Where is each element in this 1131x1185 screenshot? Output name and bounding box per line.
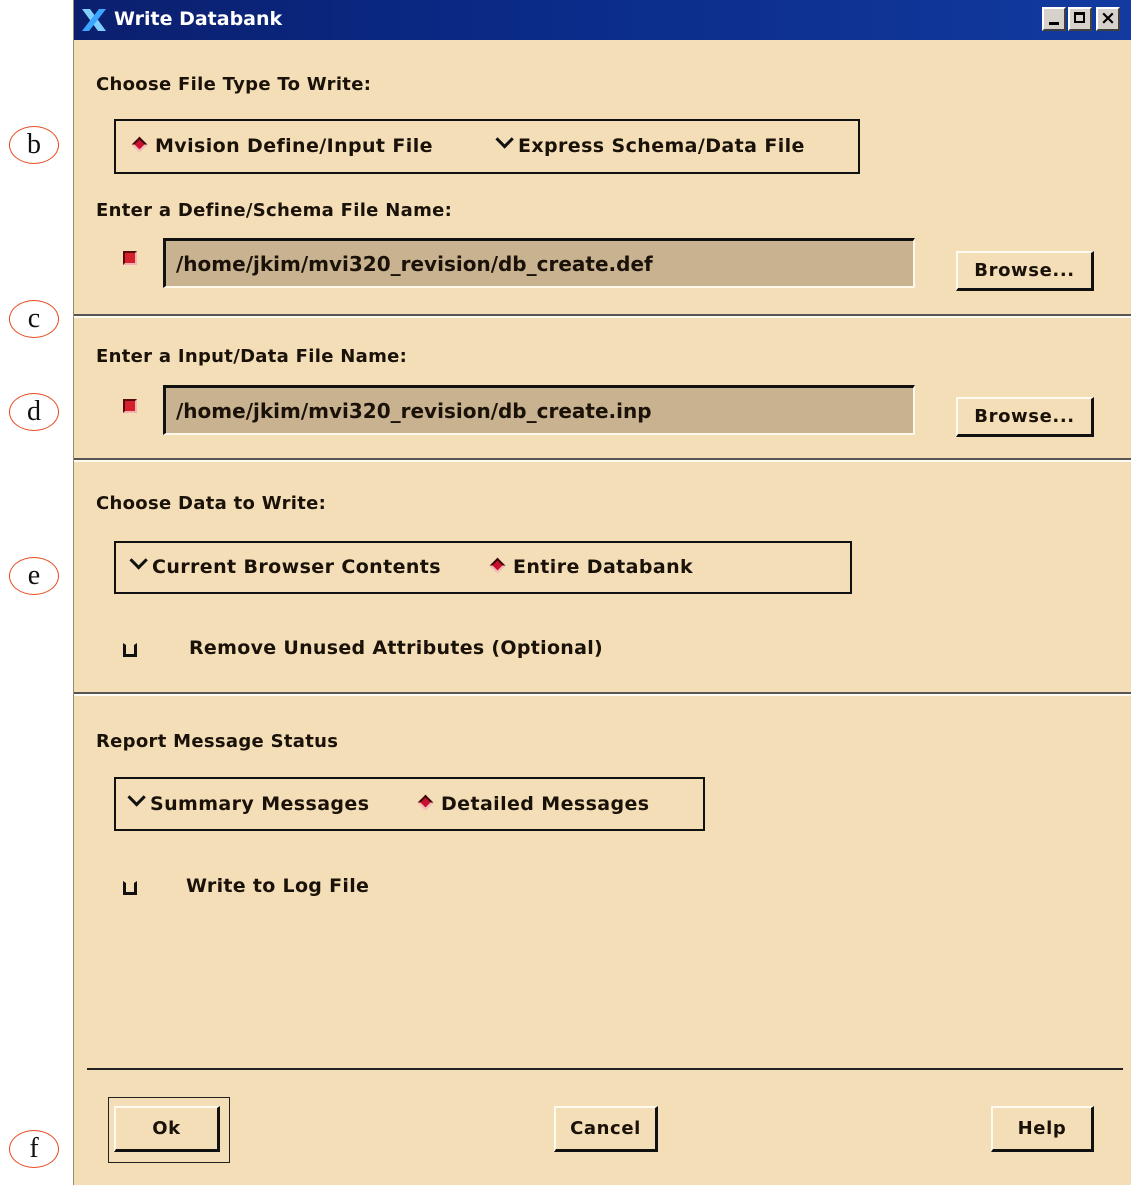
define-file-toggle[interactable] [123,251,137,265]
close-button[interactable]: × [1096,7,1120,31]
radio-unselected-icon [127,788,146,807]
callout-c: c [9,300,59,338]
input-browse-button[interactable]: Browse... [956,397,1094,437]
radio-label: Mvision Define/Input File [155,135,433,157]
callout-f: f [9,1130,59,1168]
radio-label: Detailed Messages [441,793,650,815]
minimize-button[interactable] [1042,7,1066,31]
input-file-toggle[interactable] [123,399,137,413]
data-choice-radio-group: Current Browser Contents Entire Databank [114,541,852,594]
input-file-input[interactable]: /home/jkim/mvi320_revision/db_create.inp [163,385,915,435]
report-radio-group: Summary Messages Detailed Messages [114,777,705,831]
report-label: Report Message Status [96,731,339,752]
radio-current-browser[interactable]: Current Browser Contents [128,551,441,578]
remove-unused-checkbox[interactable] [123,643,137,657]
callout-e: e [9,557,59,595]
radio-label: Express Schema/Data File [518,135,805,157]
radio-selected-icon [131,136,148,153]
maximize-button[interactable] [1068,7,1092,31]
input-file-label: Enter a Input/Data File Name: [96,346,408,367]
window-title: Write Databank [114,8,283,30]
radio-selected-icon [417,794,434,811]
separator [74,692,1131,696]
define-browse-button[interactable]: Browse... [956,251,1094,291]
ok-button[interactable]: Ok [114,1106,220,1152]
separator [74,458,1131,462]
x-logo-icon [82,9,106,31]
radio-selected-icon [489,557,506,574]
file-type-radio-group: Mvision Define/Input File Express Schema… [114,119,860,174]
cancel-button[interactable]: Cancel [554,1106,658,1152]
callout-b: b [9,126,59,164]
radio-label: Entire Databank [513,556,694,578]
define-file-label: Enter a Define/Schema File Name: [96,200,453,221]
callout-d: d [9,393,59,431]
data-choice-label: Choose Data to Write: [96,493,327,514]
define-file-input[interactable]: /home/jkim/mvi320_revision/db_create.def [163,238,915,288]
title-bar[interactable]: Write Databank × [74,0,1131,40]
radio-label: Summary Messages [150,793,370,815]
remove-unused-label: Remove Unused Attributes (Optional) [189,637,604,659]
write-databank-window: Write Databank × Choose File Type To Wri… [73,0,1131,1185]
log-file-label: Write to Log File [186,875,370,897]
radio-mvision-define[interactable]: Mvision Define/Input File [130,135,433,157]
radio-detailed-messages[interactable]: Detailed Messages [416,793,650,815]
radio-entire-databank[interactable]: Entire Databank [488,556,693,578]
log-file-checkbox[interactable] [123,881,137,895]
radio-summary-messages[interactable]: Summary Messages [126,788,370,815]
radio-express-schema[interactable]: Express Schema/Data File [494,130,805,157]
divider [87,1068,1123,1070]
file-type-label: Choose File Type To Write: [96,74,372,95]
radio-unselected-icon [495,130,514,149]
separator [74,314,1131,318]
radio-label: Current Browser Contents [152,556,441,578]
help-button[interactable]: Help [991,1106,1094,1152]
radio-unselected-icon [129,551,148,570]
